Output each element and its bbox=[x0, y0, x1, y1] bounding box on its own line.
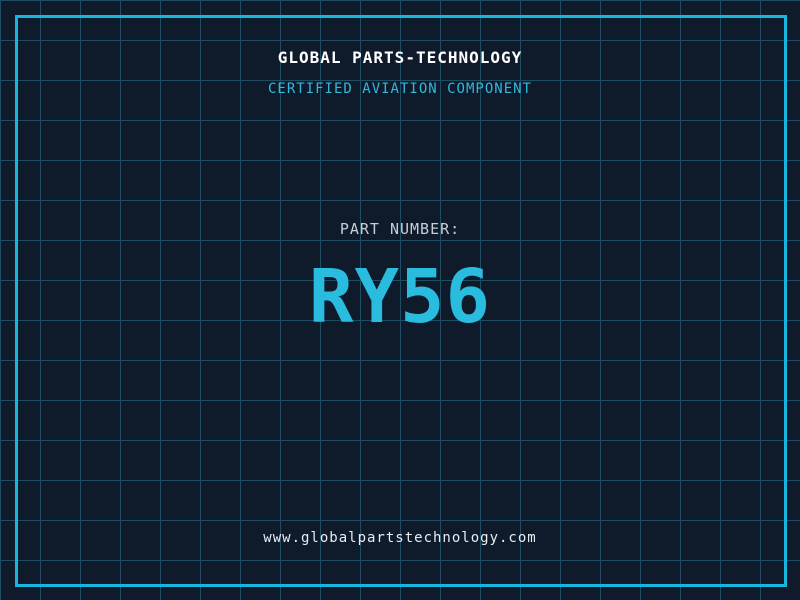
website-url: www.globalpartstechnology.com bbox=[263, 530, 537, 546]
part-number-value: RY56 bbox=[308, 254, 492, 340]
part-number-label: PART NUMBER: bbox=[339, 220, 461, 238]
certification-tagline: CERTIFIED AVIATION COMPONENT bbox=[267, 81, 532, 97]
part-label-screen: GLOBAL PARTS-TECHNOLOGY CERTIFIED AVIATI… bbox=[0, 0, 800, 600]
company-name: GLOBAL PARTS-TECHNOLOGY bbox=[277, 48, 523, 67]
